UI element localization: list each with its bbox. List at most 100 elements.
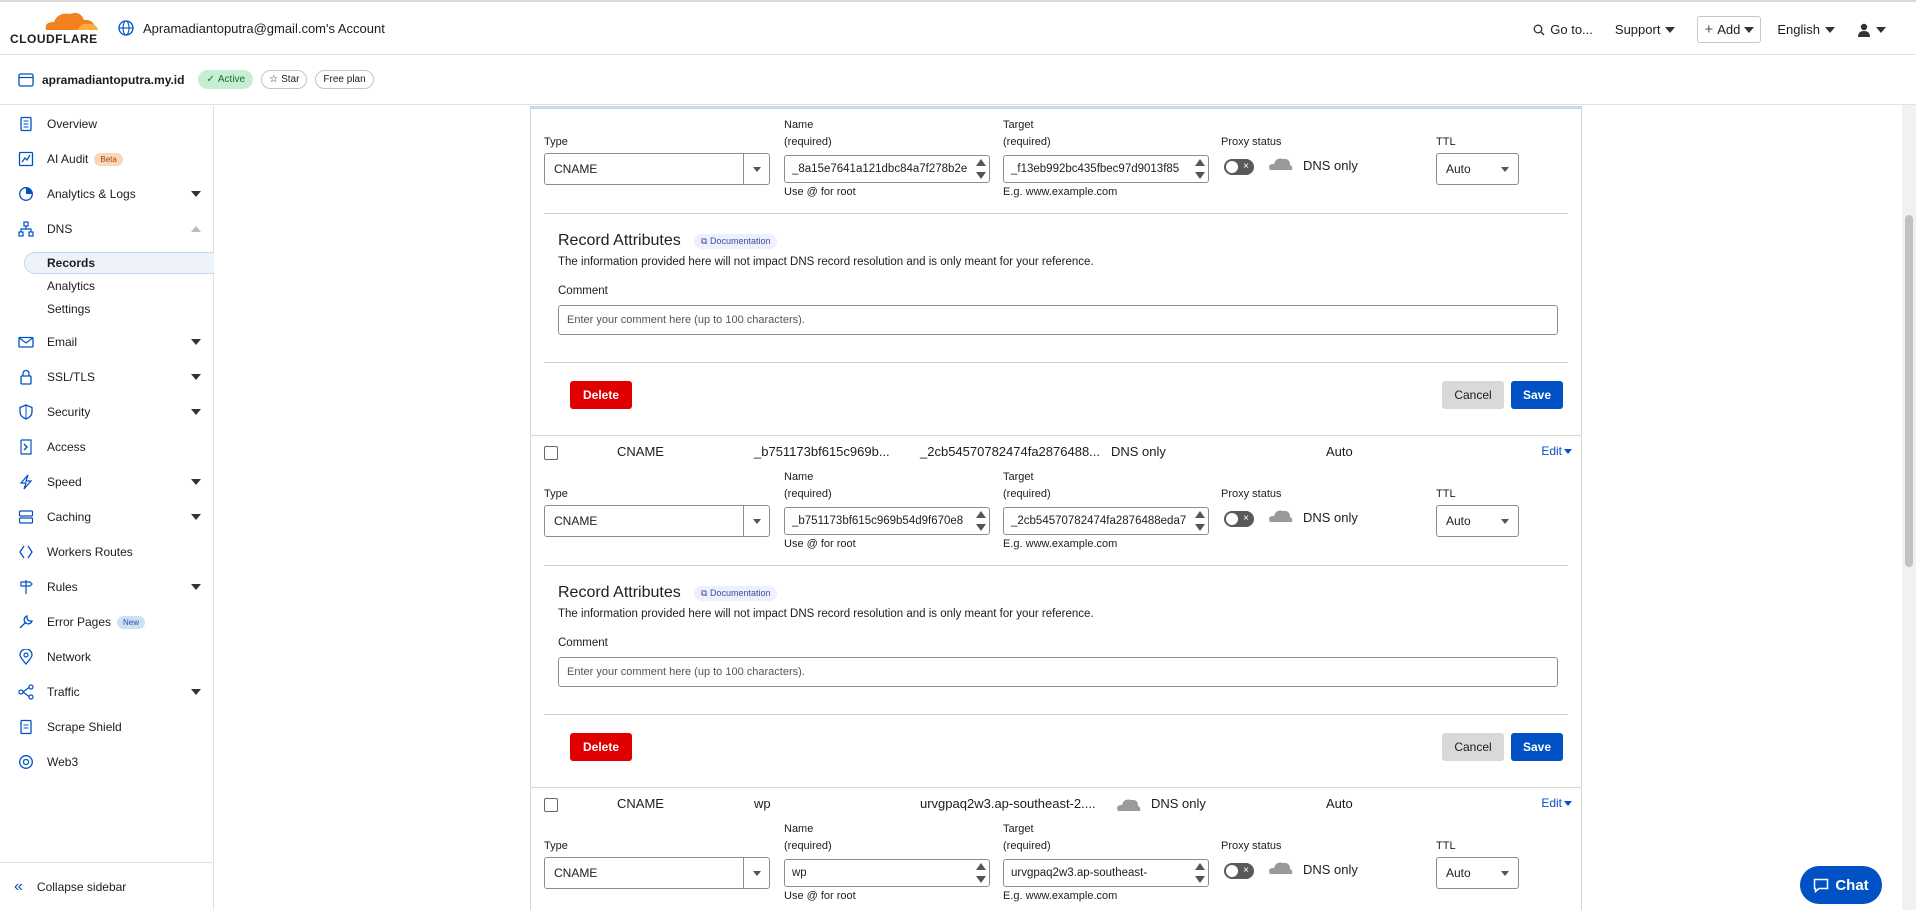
target-input[interactable]: _f13eb992bc435fbec97d9013f85 xyxy=(1003,155,1209,183)
sidebar-item-ssl-tls[interactable]: SSL/TLS xyxy=(0,361,214,393)
type-select[interactable]: CNAME xyxy=(544,153,770,185)
ttl-select[interactable]: Auto xyxy=(1436,857,1519,889)
sidebar-item-network[interactable]: Network xyxy=(0,641,214,673)
plan-badge[interactable]: Free plan xyxy=(315,70,374,89)
sidebar-item-label: Speed xyxy=(47,475,82,489)
sidebar-subitem-settings[interactable]: Settings xyxy=(47,302,90,316)
beta-badge: Beta xyxy=(94,153,123,167)
sidebar-item-label: Overview xyxy=(47,117,98,131)
sidebar-item-analytics-logs[interactable]: Analytics & Logs xyxy=(0,178,214,210)
sidebar-item-dns[interactable]: DNS xyxy=(0,213,214,245)
lock-icon xyxy=(20,369,32,385)
language-menu[interactable]: English xyxy=(1777,22,1835,37)
dns-only-label: DNS only xyxy=(1303,158,1358,173)
add-button[interactable]: + Add xyxy=(1697,16,1762,43)
edit-label: Edit xyxy=(1541,444,1562,458)
collapse-sidebar-button[interactable]: « Collapse sidebar xyxy=(0,862,214,910)
collapse-sidebar-label: Collapse sidebar xyxy=(36,879,127,894)
chevron-down-icon xyxy=(191,409,201,415)
target-input-value: _2cb54570782474fa2876488eda7 xyxy=(1011,515,1187,527)
support-menu[interactable]: Support xyxy=(1615,22,1676,37)
sidebar-item-label: Network xyxy=(47,650,92,664)
record-edit-form: Type CNAME Name (required) wp Use @ for … xyxy=(531,813,1581,913)
sidebar-item-scrape-shield[interactable]: Scrape Shield xyxy=(0,711,214,743)
ttl-select[interactable]: Auto xyxy=(1436,505,1519,537)
server-icon xyxy=(18,510,34,524)
delete-button[interactable]: Delete xyxy=(570,381,632,409)
comment-input[interactable]: Enter your comment here (up to 100 chara… xyxy=(558,305,1558,335)
dns-records-panel: Type CNAME Name (required) _8a15e7641a12… xyxy=(530,106,1582,910)
goto-button[interactable]: Go to... xyxy=(1533,22,1593,37)
type-select[interactable]: CNAME xyxy=(544,505,770,537)
cloud-icon xyxy=(1117,799,1141,811)
account-name: Apramadiantoputra@gmail.com's Account xyxy=(143,20,385,36)
row-target: urvgpaq2w3.ap-southeast-2.... xyxy=(920,796,1096,811)
ttl-label: TTL xyxy=(1436,136,1456,148)
chevron-down-icon xyxy=(191,584,201,590)
proxy-status-label: Proxy status xyxy=(1221,488,1282,500)
row-checkbox[interactable] xyxy=(544,446,558,460)
documentation-link[interactable]: ⧉ Documentation xyxy=(694,234,778,249)
cancel-button[interactable]: Cancel xyxy=(1442,733,1504,761)
row-checkbox[interactable] xyxy=(544,798,558,812)
sidebar-item-traffic[interactable]: Traffic xyxy=(0,676,214,708)
sidebar-item-access[interactable]: Access xyxy=(0,431,214,463)
cancel-button[interactable]: Cancel xyxy=(1442,381,1504,409)
sidebar-item-email[interactable]: Email xyxy=(0,326,214,358)
status-badge: ✓ Active xyxy=(198,70,254,89)
edit-button[interactable]: Edit xyxy=(1541,796,1572,810)
name-input[interactable]: _8a15e7641a121dbc84a7f278b2e xyxy=(784,155,990,183)
user-menu[interactable] xyxy=(1857,23,1886,37)
type-select[interactable]: CNAME xyxy=(544,857,770,889)
delete-button[interactable]: Delete xyxy=(570,733,632,761)
sidebar-item-label: Error Pages xyxy=(47,614,112,629)
scrollbar-thumb[interactable] xyxy=(1905,215,1913,567)
name-input[interactable]: _b751173bf615c969b54d9f670e8 xyxy=(784,507,990,535)
sidebar-item-ai-audit[interactable]: AI Audit Beta xyxy=(0,143,214,175)
sidebar-item-overview[interactable]: Overview xyxy=(0,108,214,140)
sidebar-item-caching[interactable]: Caching xyxy=(0,501,214,533)
page-icon xyxy=(20,719,32,735)
sidebar-subitem-analytics[interactable]: Analytics xyxy=(47,279,95,293)
target-input[interactable]: _2cb54570782474fa2876488eda7 xyxy=(1003,507,1209,535)
sidebar-item-workers-routes[interactable]: Workers Routes xyxy=(0,536,214,568)
edit-button[interactable]: Edit xyxy=(1541,444,1572,458)
save-button[interactable]: Save xyxy=(1511,381,1563,409)
cloudflare-logo[interactable]: CLOUDFLARE xyxy=(10,10,100,48)
sidebar-item-error-pages[interactable]: Error Pages New xyxy=(0,606,214,638)
chevron-down-icon xyxy=(191,339,201,345)
star-button[interactable]: ☆ Star xyxy=(261,70,308,89)
chat-button[interactable]: Chat xyxy=(1800,866,1882,904)
documentation-link[interactable]: ⧉ Documentation xyxy=(694,586,778,601)
name-input[interactable]: wp xyxy=(784,859,990,887)
sidebar-item-rules[interactable]: Rules xyxy=(0,571,214,603)
divider xyxy=(544,213,1568,214)
ttl-label: TTL xyxy=(1436,840,1456,852)
sidebar-item-web3[interactable]: Web3 xyxy=(0,746,214,778)
status-label: Active xyxy=(217,74,246,85)
cloud-icon xyxy=(1269,510,1293,522)
type-label: Type xyxy=(544,136,568,148)
logo-text: CLOUDFLARE xyxy=(10,32,98,46)
sidebar-subitem-records[interactable]: Records xyxy=(24,252,214,274)
sidebar-item-speed[interactable]: Speed xyxy=(0,466,214,498)
proxy-toggle[interactable] xyxy=(1224,159,1254,175)
comment-input[interactable]: Enter your comment here (up to 100 chara… xyxy=(558,657,1558,687)
check-icon: ✓ xyxy=(206,74,215,85)
comment-label: Comment xyxy=(558,637,608,649)
sidebar-item-security[interactable]: Security xyxy=(0,396,214,428)
zone-name[interactable]: apramadiantoputra.my.id xyxy=(42,73,184,87)
target-input[interactable]: urvgpaq2w3.ap-southeast- xyxy=(1003,859,1209,887)
chevron-down-icon xyxy=(743,154,769,184)
share-nodes-icon xyxy=(18,684,34,700)
proxy-toggle[interactable] xyxy=(1224,511,1254,527)
save-button[interactable]: Save xyxy=(1511,733,1563,761)
page-scrollbar[interactable] xyxy=(1902,105,1916,910)
sidebar-item-label-wrap: AI Audit Beta xyxy=(47,152,123,167)
name-input-value: _8a15e7641a121dbc84a7f278b2e xyxy=(792,163,968,175)
new-badge: New xyxy=(117,616,146,630)
account-switcher[interactable]: Apramadiantoputra@gmail.com's Account xyxy=(118,20,385,36)
proxy-toggle[interactable] xyxy=(1224,863,1254,879)
ttl-select[interactable]: Auto xyxy=(1436,153,1519,185)
dns-only-label: DNS only xyxy=(1303,862,1358,877)
